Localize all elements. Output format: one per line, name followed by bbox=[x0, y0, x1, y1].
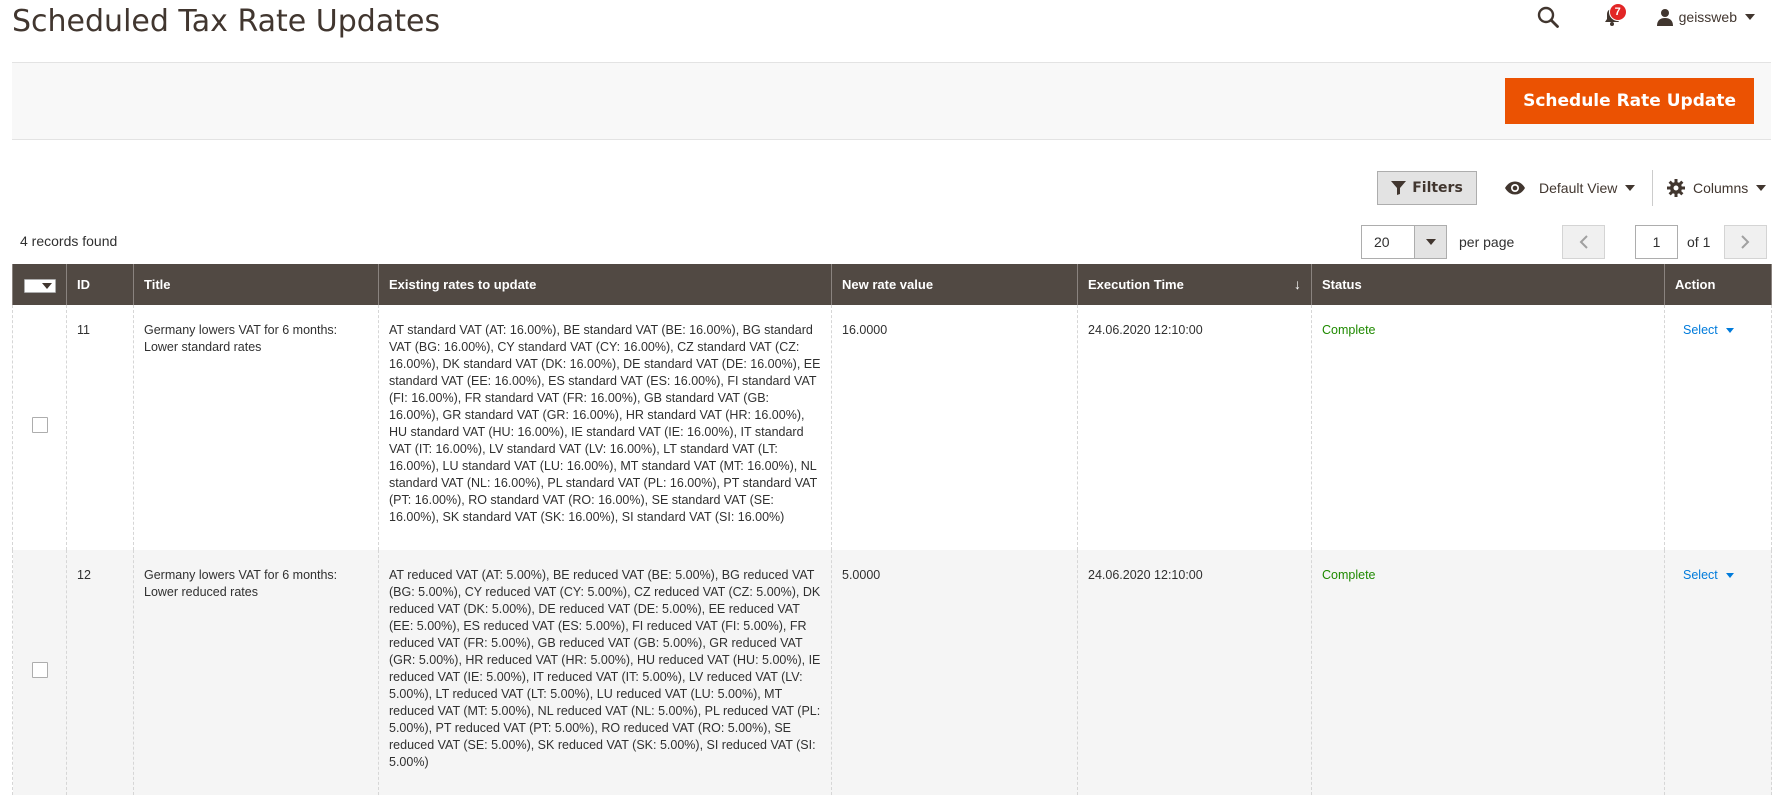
sort-descending-icon: ↓ bbox=[1294, 276, 1301, 292]
cell-id: 11 bbox=[66, 305, 134, 550]
cell-existing-rates: AT standard VAT (AT: 16.00%), BE standar… bbox=[378, 305, 832, 550]
per-page-label: per page bbox=[1459, 234, 1515, 250]
cell-existing-rates: AT reduced VAT (AT: 5.00%), BE reduced V… bbox=[378, 550, 832, 795]
records-found: 4 records found bbox=[20, 233, 118, 249]
filters-label: Filters bbox=[1412, 180, 1463, 196]
header-actions: 7 geissweb bbox=[1535, 0, 1755, 34]
cell-new-rate: 16.0000 bbox=[831, 305, 1078, 550]
per-page-toggle[interactable] bbox=[1414, 226, 1446, 258]
grid-controls: Filters Default View Columns 4 records f… bbox=[12, 140, 1771, 264]
current-page-input[interactable] bbox=[1635, 225, 1678, 259]
total-pages: of 1 bbox=[1687, 234, 1711, 250]
column-header-existing-rates[interactable]: Existing rates to update bbox=[378, 264, 832, 305]
column-header-title[interactable]: Title bbox=[133, 264, 379, 305]
cell-title: Germany lowers VAT for 6 months: Lower r… bbox=[133, 550, 379, 795]
data-grid: ID Title Existing rates to update New ra… bbox=[12, 264, 1772, 795]
cell-action: Select bbox=[1664, 305, 1772, 550]
page: Scheduled Tax Rate Updates 7 geissweb Sc… bbox=[0, 0, 1783, 797]
action-select-dropdown[interactable]: Select bbox=[1675, 322, 1734, 339]
cell-title: Germany lowers VAT for 6 months: Lower s… bbox=[133, 305, 379, 550]
pagination: of 1 bbox=[1562, 225, 1768, 259]
chevron-down-icon bbox=[1756, 185, 1767, 191]
filter-icon bbox=[1391, 181, 1407, 195]
schedule-rate-update-button[interactable]: Schedule Rate Update bbox=[1505, 78, 1754, 124]
search-icon[interactable] bbox=[1535, 2, 1561, 32]
next-page-button[interactable] bbox=[1724, 225, 1768, 259]
gear-icon bbox=[1667, 179, 1685, 197]
eye-icon bbox=[1504, 181, 1526, 195]
table-row: 11 Germany lowers VAT for 6 months: Lowe… bbox=[12, 305, 1772, 550]
columns-dropdown[interactable]: Columns bbox=[1667, 171, 1767, 205]
notification-badge: 7 bbox=[1608, 3, 1627, 21]
per-page-control: 20 per page bbox=[1361, 225, 1514, 259]
action-select-label: Select bbox=[1683, 568, 1718, 582]
filters-button[interactable]: Filters bbox=[1377, 171, 1477, 205]
chevron-right-icon bbox=[1741, 235, 1750, 249]
user-icon bbox=[1656, 8, 1673, 26]
column-header-execution-time[interactable]: Execution Time ↓ bbox=[1077, 264, 1312, 305]
chevron-down-icon bbox=[1625, 185, 1636, 191]
cell-execution-time: 24.06.2020 12:10:00 bbox=[1077, 305, 1312, 550]
execution-time-label: Execution Time bbox=[1088, 277, 1184, 292]
column-header-new-rate[interactable]: New rate value bbox=[831, 264, 1078, 305]
per-page-value: 20 bbox=[1374, 234, 1390, 250]
status-text: Complete bbox=[1322, 568, 1376, 582]
page-header: Scheduled Tax Rate Updates 7 geissweb bbox=[12, 0, 1771, 63]
status-text: Complete bbox=[1322, 323, 1376, 337]
table-row: 12 Germany lowers VAT for 6 months: Lowe… bbox=[12, 550, 1772, 795]
columns-label: Columns bbox=[1693, 180, 1749, 196]
row-checkbox[interactable] bbox=[31, 662, 48, 678]
previous-page-button[interactable] bbox=[1562, 225, 1605, 259]
username: geissweb bbox=[1678, 9, 1737, 25]
chevron-down-icon bbox=[41, 282, 52, 289]
chevron-down-icon bbox=[1745, 14, 1755, 20]
mass-select-checkbox[interactable] bbox=[23, 278, 56, 293]
default-view-dropdown[interactable]: Default View bbox=[1504, 171, 1636, 205]
default-view-label: Default View bbox=[1539, 180, 1618, 196]
column-header-action: Action bbox=[1664, 264, 1772, 305]
cell-id: 12 bbox=[66, 550, 134, 795]
cell-action: Select bbox=[1664, 550, 1772, 795]
chevron-down-icon bbox=[1725, 573, 1734, 578]
page-title: Scheduled Tax Rate Updates bbox=[12, 4, 441, 39]
cell-execution-time: 24.06.2020 12:10:00 bbox=[1077, 550, 1312, 795]
row-checkbox[interactable] bbox=[31, 417, 48, 433]
action-select-label: Select bbox=[1683, 323, 1718, 337]
bell-icon[interactable]: 7 bbox=[1599, 2, 1627, 32]
chevron-down-icon bbox=[1425, 239, 1436, 245]
user-menu[interactable]: geissweb bbox=[1656, 8, 1755, 26]
row-select-cell bbox=[12, 305, 67, 550]
action-select-dropdown[interactable]: Select bbox=[1675, 567, 1734, 584]
chevron-down-icon bbox=[1725, 328, 1734, 333]
cell-new-rate: 5.0000 bbox=[831, 550, 1078, 795]
column-header-status[interactable]: Status bbox=[1311, 264, 1665, 305]
column-header-id[interactable]: ID bbox=[66, 264, 134, 305]
row-select-cell bbox=[12, 550, 67, 795]
per-page-select[interactable]: 20 bbox=[1361, 225, 1447, 259]
chevron-left-icon bbox=[1579, 235, 1588, 249]
mass-select-header bbox=[12, 264, 67, 305]
toolbar-divider bbox=[1652, 170, 1653, 206]
cell-status: Complete bbox=[1311, 305, 1665, 550]
table-header-row: ID Title Existing rates to update New ra… bbox=[12, 264, 1772, 305]
cell-status: Complete bbox=[1311, 550, 1665, 795]
page-actions-bar: Schedule Rate Update bbox=[12, 63, 1771, 140]
